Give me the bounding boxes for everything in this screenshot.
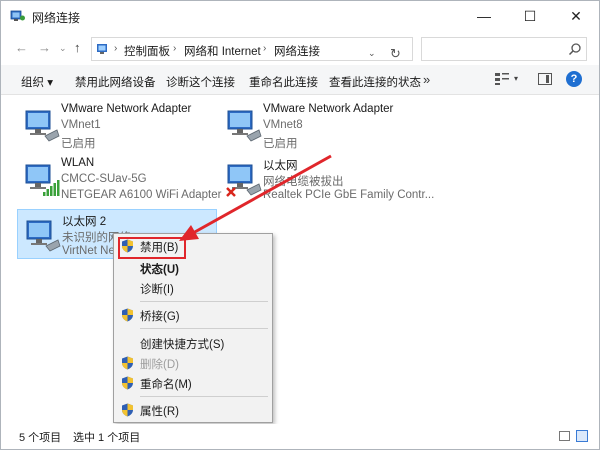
menu-separator bbox=[140, 328, 268, 329]
network-connections-window: 网络连接 — ☐ ✕ ← → ⌄ ↑ › 控制面板 › 网络和 Internet… bbox=[0, 0, 600, 450]
network-adapter-icon bbox=[227, 110, 262, 142]
item-count: 5 个项目 bbox=[19, 432, 62, 444]
minimize-button[interactable]: — bbox=[461, 1, 507, 31]
tiles-view-icon[interactable] bbox=[576, 430, 588, 442]
back-button[interactable]: ← bbox=[15, 40, 28, 55]
window-title: 网络连接 bbox=[32, 11, 81, 25]
adapter-name: 以太网 bbox=[263, 160, 298, 172]
control-panel-icon bbox=[97, 44, 107, 54]
adapter-network: 网络电缆被拔出 bbox=[263, 176, 344, 188]
help-icon[interactable]: ? bbox=[566, 71, 582, 87]
close-button[interactable]: ✕ bbox=[553, 1, 599, 31]
adapter-network: VMnet1 bbox=[61, 119, 101, 131]
disable-device-button[interactable]: 禁用此网络设备 bbox=[75, 74, 156, 90]
command-bar: 组织 ▾ 禁用此网络设备 诊断这个连接 重命名此连接 查看此连接的状态 » ▾ … bbox=[1, 65, 599, 95]
view-status-button[interactable]: 查看此连接的状态 bbox=[329, 74, 421, 90]
uac-shield-icon bbox=[122, 308, 133, 322]
menu-item-label: 状态(U) bbox=[140, 264, 179, 276]
diagnose-button[interactable]: 诊断这个连接 bbox=[166, 74, 235, 90]
uac-shield-icon bbox=[122, 356, 133, 370]
adapter-name: 以太网 2 bbox=[62, 216, 107, 228]
address-bar[interactable]: › 控制面板 › 网络和 Internet › 网络连接 ⌄ ↻ bbox=[91, 37, 413, 61]
menu-separator bbox=[140, 301, 268, 302]
organize-button[interactable]: 组织 ▾ bbox=[21, 74, 53, 90]
preview-pane-icon[interactable] bbox=[538, 73, 552, 85]
wifi-adapter-icon bbox=[25, 164, 60, 196]
adapter-name: WLAN bbox=[61, 157, 95, 169]
menu-item-label: 创建快捷方式(S) bbox=[140, 339, 225, 351]
menu-item-label: 桥接(G) bbox=[140, 311, 180, 323]
breadcrumb-separator: › bbox=[114, 43, 118, 54]
menu-separator bbox=[140, 396, 268, 397]
breadcrumb-separator: › bbox=[263, 43, 267, 54]
address-row: ← → ⌄ ↑ › 控制面板 › 网络和 Internet › 网络连接 ⌄ ↻ bbox=[1, 31, 599, 65]
selected-count: 选中 1 个项目 bbox=[73, 432, 141, 444]
menu-item-diagnose[interactable]: 诊断(I) bbox=[114, 278, 272, 298]
adapter-device: VirtNet Ne bbox=[62, 245, 115, 257]
more-commands-button[interactable]: » bbox=[423, 72, 430, 87]
network-adapter-icon bbox=[25, 110, 60, 142]
menu-item-bridge[interactable]: 桥接(G) bbox=[114, 305, 272, 325]
list-item-vmnet1[interactable]: VMware Network Adapter VMnet1 已启用 bbox=[17, 100, 217, 150]
search-icon bbox=[568, 43, 581, 56]
recent-locations-button[interactable]: ⌄ bbox=[59, 43, 67, 54]
list-item-vmnet8[interactable]: VMware Network Adapter VMnet8 已启用 bbox=[219, 100, 419, 150]
search-input[interactable] bbox=[421, 37, 587, 61]
list-item-wlan[interactable]: WLAN CMCC-SUav-5G NETGEAR A6100 WiFi Ada… bbox=[17, 154, 221, 204]
maximize-button[interactable]: ☐ bbox=[507, 1, 553, 31]
adapter-network: CMCC-SUav-5G bbox=[61, 173, 147, 185]
address-dropdown-button[interactable]: ⌄ bbox=[368, 48, 376, 59]
breadcrumb-network-internet[interactable]: 网络和 Internet bbox=[184, 43, 261, 59]
forward-button[interactable]: → bbox=[38, 40, 51, 55]
change-view-icon[interactable] bbox=[495, 73, 509, 85]
status-bar: 5 个项目 选中 1 个项目 bbox=[1, 424, 599, 449]
adapter-device: 已启用 bbox=[263, 138, 298, 150]
menu-item-label: 重命名(M) bbox=[140, 379, 192, 391]
adapter-device: NETGEAR A6100 WiFi Adapter bbox=[61, 189, 222, 201]
rename-button[interactable]: 重命名此连接 bbox=[249, 74, 318, 90]
menu-item-rename[interactable]: 重命名(M) bbox=[114, 373, 272, 393]
menu-item-label: 诊断(I) bbox=[140, 284, 174, 296]
menu-item-create-shortcut[interactable]: 创建快捷方式(S) bbox=[114, 333, 272, 353]
adapter-device: 已启用 bbox=[61, 138, 96, 150]
menu-item-label: 属性(R) bbox=[140, 406, 179, 418]
context-menu: 禁用(B) 状态(U) 诊断(I) 桥接(G) 创建快捷方式(S) 删除(D) … bbox=[113, 233, 273, 423]
menu-item-properties[interactable]: 属性(R) bbox=[114, 400, 272, 420]
uac-shield-icon bbox=[122, 403, 133, 417]
adapter-name: VMware Network Adapter bbox=[263, 103, 394, 115]
menu-item-status[interactable]: 状态(U) bbox=[114, 258, 272, 278]
view-options-dropdown[interactable]: ▾ bbox=[514, 74, 518, 83]
breadcrumb-network-connections[interactable]: 网络连接 bbox=[274, 43, 320, 59]
adapter-name: VMware Network Adapter bbox=[61, 103, 192, 115]
adapter-network: VMnet8 bbox=[263, 119, 303, 131]
breadcrumb-control-panel[interactable]: 控制面板 bbox=[124, 43, 170, 59]
adapter-device: Realtek PCIe GbE Family Contr... bbox=[263, 189, 435, 201]
menu-item-disable[interactable]: 禁用(B) bbox=[114, 236, 272, 259]
highlight-box bbox=[118, 237, 186, 259]
details-view-icon[interactable] bbox=[559, 431, 570, 441]
up-button[interactable]: ↑ bbox=[74, 40, 81, 55]
breadcrumb-separator: › bbox=[173, 43, 177, 54]
menu-item-label: 删除(D) bbox=[140, 359, 179, 371]
refresh-button[interactable]: ↻ bbox=[390, 46, 401, 62]
title-bar: 网络连接 — ☐ ✕ bbox=[1, 1, 599, 31]
uac-shield-icon bbox=[122, 376, 133, 390]
list-item-ethernet[interactable]: 以太网 网络电缆被拔出 Realtek PCIe GbE Family Cont… bbox=[219, 154, 434, 204]
connections-list: VMware Network Adapter VMnet1 已启用 VMware… bbox=[1, 96, 599, 424]
network-folder-icon bbox=[10, 10, 25, 21]
ethernet-disconnected-icon bbox=[226, 164, 262, 197]
network-adapter-icon bbox=[26, 220, 61, 252]
menu-item-delete: 删除(D) bbox=[114, 353, 272, 373]
